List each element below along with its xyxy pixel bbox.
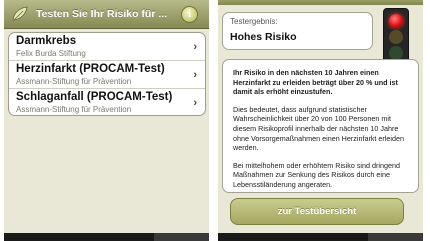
red-light xyxy=(389,14,403,28)
nav-title: Testen Sie Ihr Risiko für ... xyxy=(36,8,168,20)
amber-light xyxy=(389,30,403,44)
leaf-logo-icon xyxy=(12,6,28,21)
info-button[interactable]: i xyxy=(181,6,198,23)
tab-selected[interactable] xyxy=(368,233,423,241)
list-item-title: Schlaganfall (PROCAM-Test) xyxy=(16,91,173,103)
test-result-screen: Testergebnis: Hohes Risiko Ihr Risiko in… xyxy=(218,0,423,241)
chevron-right-icon: › xyxy=(193,97,197,109)
tab-selected[interactable] xyxy=(154,233,209,241)
list-item-title: Herzinfarkt (PROCAM-Test) xyxy=(16,63,165,75)
traffic-light-icon xyxy=(383,8,409,66)
chevron-right-icon: › xyxy=(193,41,197,53)
list-item-subtitle: Assmann-Stiftung für Prävention xyxy=(16,77,132,86)
navigation-bar xyxy=(218,0,423,5)
list-item-darmkrebs[interactable]: Darmkrebs Felix Burda Stiftung › xyxy=(9,33,205,61)
result-description: Ihr Risiko in den nächsten 10 Jahren ein… xyxy=(222,59,419,193)
chevron-right-icon: › xyxy=(193,69,197,81)
navigation-bar: Testen Sie Ihr Risiko für ... i xyxy=(4,0,209,29)
list-item-herzinfarkt[interactable]: Herzinfarkt (PROCAM-Test) Assmann-Stiftu… xyxy=(9,61,205,89)
result-box: Testergebnis: Hohes Risiko xyxy=(222,12,373,50)
list-item-subtitle: Assmann-Stiftung für Prävention xyxy=(16,105,132,114)
test-list-screen: Testen Sie Ihr Risiko für ... i Darmkreb… xyxy=(4,0,209,241)
green-light xyxy=(389,46,403,60)
test-overview-button[interactable]: zur Testübersicht xyxy=(230,198,404,225)
result-caption: Testergebnis: xyxy=(230,17,278,26)
result-recommendation: Bei mittelhohem oder erhöhtem Risiko sin… xyxy=(233,160,400,189)
list-item-subtitle: Felix Burda Stiftung xyxy=(16,49,86,58)
list-item-schlaganfall[interactable]: Schlaganfall (PROCAM-Test) Assmann-Stift… xyxy=(9,89,205,115)
result-value: Hohes Risiko xyxy=(230,31,297,43)
result-explanation: Dies bedeutet, dass aufgrund statistisch… xyxy=(233,104,405,153)
test-list: Darmkrebs Felix Burda Stiftung › Herzinf… xyxy=(8,32,206,116)
result-summary: Ihr Risiko in den nächsten 10 Jahren ein… xyxy=(233,68,398,97)
list-item-title: Darmkrebs xyxy=(16,35,77,47)
